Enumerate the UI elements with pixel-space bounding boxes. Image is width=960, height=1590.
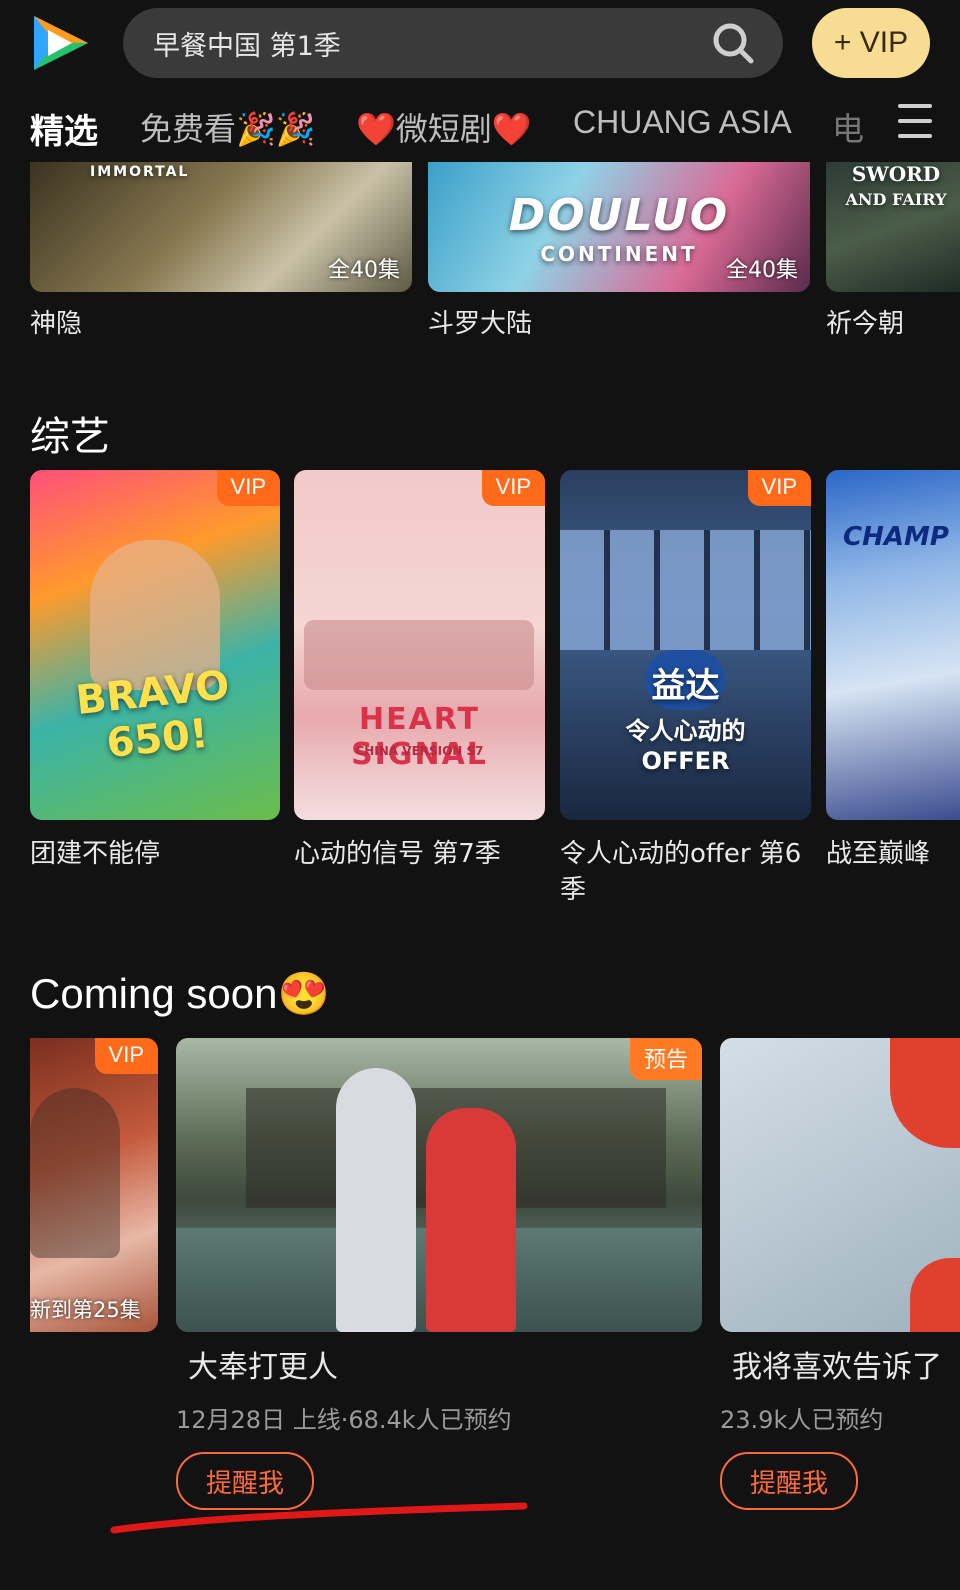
poster-subtext: CHINA VERSION S7 [355, 744, 484, 758]
episode-badge: 全40集 [726, 258, 798, 283]
poster-subtext: 令人心动的 OFFER [625, 717, 746, 775]
episode-badge: 全40集 [328, 258, 400, 283]
section-title-variety: 综艺 [30, 414, 110, 460]
tencent-video-logo-icon[interactable] [28, 12, 94, 74]
card-title: 神隐 [30, 309, 83, 339]
vip-badge: VIP [747, 470, 811, 506]
poster-coming-3[interactable] [720, 1038, 960, 1332]
preview-badge: 预告 [629, 1038, 702, 1080]
search-bar[interactable]: 早餐中国 第1季 [123, 8, 783, 78]
card-title: 我将喜欢告诉了 [732, 1350, 942, 1385]
vip-badge: VIP [216, 470, 280, 506]
vip-badge: VIP [481, 470, 545, 506]
tab-tv[interactable]: 电 [832, 104, 864, 150]
poster-shenyin[interactable]: IMMORTAL 全40集 [30, 162, 412, 292]
poster-dafeng[interactable]: 预告 [176, 1038, 702, 1332]
card-title: 战至巅峰 [826, 839, 931, 869]
poster-heart-signal[interactable]: HEART SIGNAL CHINA VERSION S7 VIP [294, 470, 545, 820]
poster-coming-1[interactable]: VIP 新到第25集 [30, 1038, 158, 1332]
tab-short-drama[interactable]: ❤️微短剧❤️ [356, 104, 532, 150]
episode-badge: 新到第25集 [30, 1298, 141, 1322]
category-tabs: 精选 免费看🎉🎉 ❤️微短剧❤️ CHUANG ASIA 电 [0, 92, 960, 162]
search-input[interactable]: 早餐中国 第1季 [153, 24, 709, 63]
tab-featured[interactable]: 精选 [30, 104, 98, 153]
release-meta: 12月28日 上线·68.4k人已预约 [176, 1406, 512, 1434]
card-title: 祈今朝 [826, 309, 905, 339]
poster-text: 益达 [651, 666, 720, 706]
tab-chuang-asia[interactable]: CHUANG ASIA [573, 104, 792, 141]
poster-text: HEART SIGNAL [351, 702, 488, 772]
card-title: 斗罗大陆 [428, 309, 533, 339]
vip-button[interactable]: + VIP [812, 8, 930, 78]
card-title: 心动的信号 第7季 [294, 839, 501, 869]
annotation-underline [110, 1502, 528, 1534]
poster-subtext: AND FAIRY [845, 190, 947, 209]
poster-text: IMMORTAL [90, 164, 190, 180]
poster-offer[interactable]: 益达 令人心动的 OFFER VIP [560, 470, 811, 820]
poster-text: DOULUO [508, 190, 730, 241]
section-title-coming-soon: Coming soon😍 [30, 970, 330, 1017]
card-title: 令人心动的offer 第6季 [560, 839, 802, 905]
poster-bravo[interactable]: BRAVO 650! VIP [30, 470, 280, 820]
poster-qijinzhao[interactable]: SWORD AND FAIRY [826, 162, 960, 292]
poster-champ[interactable]: CHAMP [826, 470, 960, 820]
vip-badge: VIP [94, 1038, 158, 1074]
remind-me-button[interactable]: 提醒我 [720, 1452, 858, 1510]
poster-text: CHAMP [843, 522, 949, 552]
card-title: 团建不能停 [30, 839, 161, 869]
search-icon[interactable] [709, 19, 757, 67]
menu-icon[interactable] [898, 104, 932, 146]
card-title: 大奉打更人 [188, 1350, 338, 1385]
reservation-meta: 23.9k人已预约 [720, 1406, 884, 1434]
poster-text: SWORD [851, 162, 941, 186]
tab-free[interactable]: 免费看🎉🎉 [140, 104, 316, 150]
poster-text: BRAVO 650! [73, 662, 232, 768]
poster-douluo[interactable]: DOULUO CONTINENT 全40集 [428, 162, 810, 292]
